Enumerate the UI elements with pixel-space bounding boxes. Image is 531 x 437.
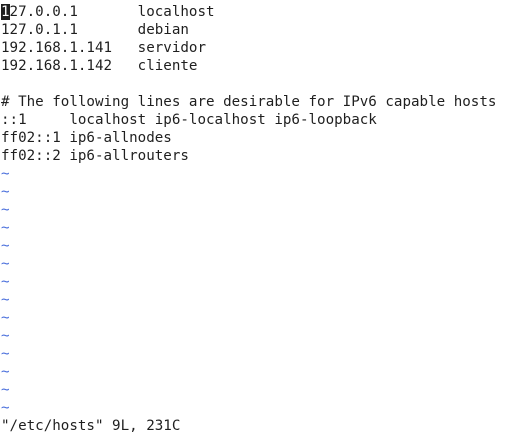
- empty-line-marker: ~: [1, 202, 10, 218]
- file-line[interactable]: 127.0.1.1 debian: [1, 21, 189, 39]
- empty-line-marker: ~: [1, 400, 10, 416]
- file-line-comment[interactable]: # The following lines are desirable for …: [1, 93, 496, 111]
- empty-line-marker: ~: [1, 274, 10, 290]
- file-line[interactable]: 127.0.0.1 localhost: [1, 3, 215, 21]
- empty-line-marker: ~: [1, 328, 10, 344]
- empty-line-marker: ~: [1, 382, 10, 398]
- cursor: 1: [1, 4, 10, 20]
- empty-line-marker: ~: [1, 364, 10, 380]
- file-line[interactable]: ff02::2 ip6-allrouters: [1, 147, 189, 165]
- file-line[interactable]: 192.168.1.142 cliente: [1, 57, 197, 75]
- file-line[interactable]: ::1 localhost ip6-localhost ip6-loopback: [1, 111, 377, 129]
- empty-line-marker: ~: [1, 256, 10, 272]
- file-line[interactable]: 192.168.1.141 servidor: [1, 39, 206, 57]
- empty-line-marker: ~: [1, 220, 10, 236]
- empty-line-marker: ~: [1, 166, 10, 182]
- status-line: "/etc/hosts" 9L, 231C: [1, 418, 181, 434]
- empty-line-marker: ~: [1, 238, 10, 254]
- file-line[interactable]: ff02::1 ip6-allnodes: [1, 129, 172, 147]
- empty-line-marker: ~: [1, 292, 10, 308]
- empty-line-marker: ~: [1, 184, 10, 200]
- file-line-text: 27.0.0.1 localhost: [9, 4, 215, 20]
- vim-editor[interactable]: 127.0.0.1 localhost 127.0.1.1 debian 192…: [0, 0, 531, 437]
- empty-line-marker: ~: [1, 310, 10, 326]
- empty-line-marker: ~: [1, 346, 10, 362]
